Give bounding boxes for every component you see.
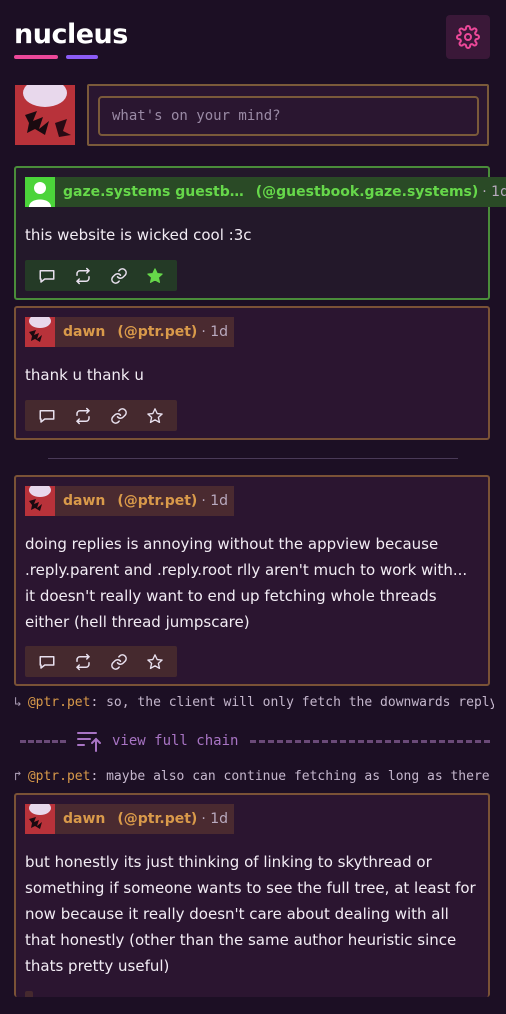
reply-button[interactable]	[29, 400, 65, 431]
post-actions	[25, 991, 33, 997]
post-actions	[25, 646, 177, 677]
post-text: this website is wicked cool :3c	[25, 226, 252, 244]
like-button[interactable]	[137, 260, 173, 291]
post-card: dawn (@ptr.pet) · 1d but honestly its ju…	[14, 793, 490, 997]
post-text: but honestly its just thinking of linkin…	[25, 853, 476, 975]
author-name[interactable]: gaze.systems guestb…	[63, 184, 244, 200]
divider	[48, 458, 458, 459]
settings-button[interactable]	[446, 15, 490, 59]
post-input[interactable]	[98, 96, 479, 136]
chain-dash-right	[250, 739, 490, 743]
gear-icon	[456, 25, 480, 49]
post-header: dawn (@ptr.pet) · 1d	[25, 486, 235, 516]
author-name[interactable]: dawn	[63, 811, 105, 827]
reply-text: : maybe also can continue fetching as lo…	[90, 769, 494, 784]
avatar[interactable]	[25, 177, 55, 207]
author-name[interactable]: dawn	[63, 324, 105, 340]
reply-icon	[39, 409, 55, 423]
reply-preview[interactable]: ↱ @ptr.pet: maybe also can continue fetch…	[14, 769, 494, 784]
avatar[interactable]	[25, 486, 55, 516]
reply-arrow-icon: ↱	[14, 769, 22, 784]
author-name[interactable]: dawn	[63, 493, 105, 509]
link-icon	[111, 267, 127, 284]
app-logo[interactable]: nucleus	[14, 18, 128, 52]
author-handle[interactable]: (@ptr.pet)	[117, 324, 197, 340]
post-time: · 1d	[201, 493, 229, 509]
post-header: gaze.systems guestb… (@guestbook.gaze.sy…	[25, 177, 506, 207]
reply-preview[interactable]: ↳ @ptr.pet: so, the client will only fetc…	[14, 695, 494, 710]
copy-link-button[interactable]	[101, 400, 137, 431]
copy-link-button[interactable]	[101, 260, 137, 291]
repost-button[interactable]	[65, 400, 101, 431]
star-icon	[147, 653, 163, 669]
post-time: · 1d	[482, 184, 506, 200]
repost-icon	[76, 407, 90, 424]
post-header: dawn (@ptr.pet) · 1d	[25, 317, 235, 347]
post-card: dawn (@ptr.pet) · 1d thank u thank u	[14, 306, 490, 440]
reply-arrow-icon: ↳	[14, 695, 22, 710]
reply-button[interactable]	[29, 260, 65, 291]
avatar[interactable]	[25, 804, 55, 834]
reply-button[interactable]	[29, 646, 65, 677]
star-icon	[147, 407, 163, 423]
post-card: dawn (@ptr.pet) · 1d doing replies is an…	[14, 475, 490, 686]
post-header: dawn (@ptr.pet) · 1d	[25, 804, 235, 834]
reply-handle[interactable]: @ptr.pet	[28, 769, 91, 784]
chain-dash-left	[20, 739, 66, 743]
author-handle[interactable]: (@ptr.pet)	[117, 811, 197, 827]
reply-icon	[39, 655, 55, 669]
post-time: · 1d	[201, 811, 229, 827]
view-full-chain-label[interactable]: view full chain	[112, 733, 238, 749]
repost-button[interactable]	[65, 260, 101, 291]
post-text: thank u thank u	[25, 366, 144, 384]
repost-icon	[76, 653, 90, 670]
like-button[interactable]	[137, 646, 173, 677]
sort-up-icon	[77, 732, 101, 752]
link-icon	[111, 407, 127, 424]
reply-text: : so, the client will only fetch the dow…	[90, 695, 494, 710]
logo-underline-purple	[66, 55, 98, 59]
person-icon	[29, 182, 51, 207]
view-full-chain[interactable]: view full chain	[20, 729, 490, 753]
repost-icon	[76, 267, 90, 284]
repost-button[interactable]	[65, 646, 101, 677]
post-time: · 1d	[201, 324, 229, 340]
logo-underline-pink	[14, 55, 58, 59]
author-handle[interactable]: (@ptr.pet)	[117, 493, 197, 509]
reply-handle[interactable]: @ptr.pet	[28, 695, 91, 710]
user-avatar[interactable]	[15, 85, 75, 145]
reply-icon	[39, 269, 55, 283]
like-button[interactable]	[137, 400, 173, 431]
star-icon	[147, 267, 163, 283]
post-card: gaze.systems guestb… (@guestbook.gaze.sy…	[14, 166, 506, 300]
copy-link-button[interactable]	[101, 646, 137, 677]
author-handle[interactable]: (@guestbook.gaze.systems)	[256, 184, 479, 200]
link-icon	[111, 653, 127, 670]
post-actions	[25, 400, 177, 431]
avatar[interactable]	[25, 317, 55, 347]
composer	[87, 84, 489, 146]
post-actions	[25, 260, 177, 291]
post-text: doing replies is annoying without the ap…	[25, 535, 468, 631]
